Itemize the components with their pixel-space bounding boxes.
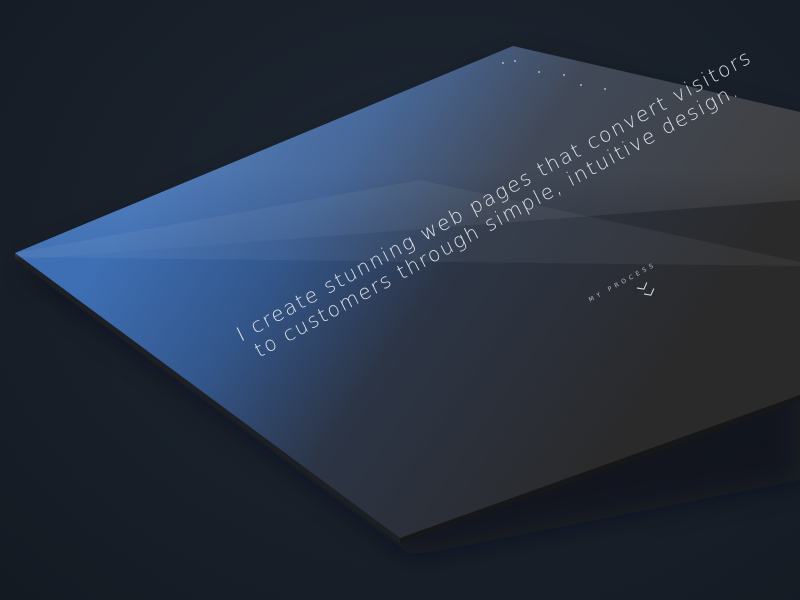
nav-dot-icon[interactable] <box>604 88 606 90</box>
nav-dot-icon[interactable] <box>502 62 504 64</box>
nav-dot-icon[interactable] <box>580 84 582 86</box>
nav-dot-icon[interactable] <box>514 60 516 62</box>
nav-dot-icon[interactable] <box>538 71 540 73</box>
nav-dot-icon[interactable] <box>563 74 565 76</box>
